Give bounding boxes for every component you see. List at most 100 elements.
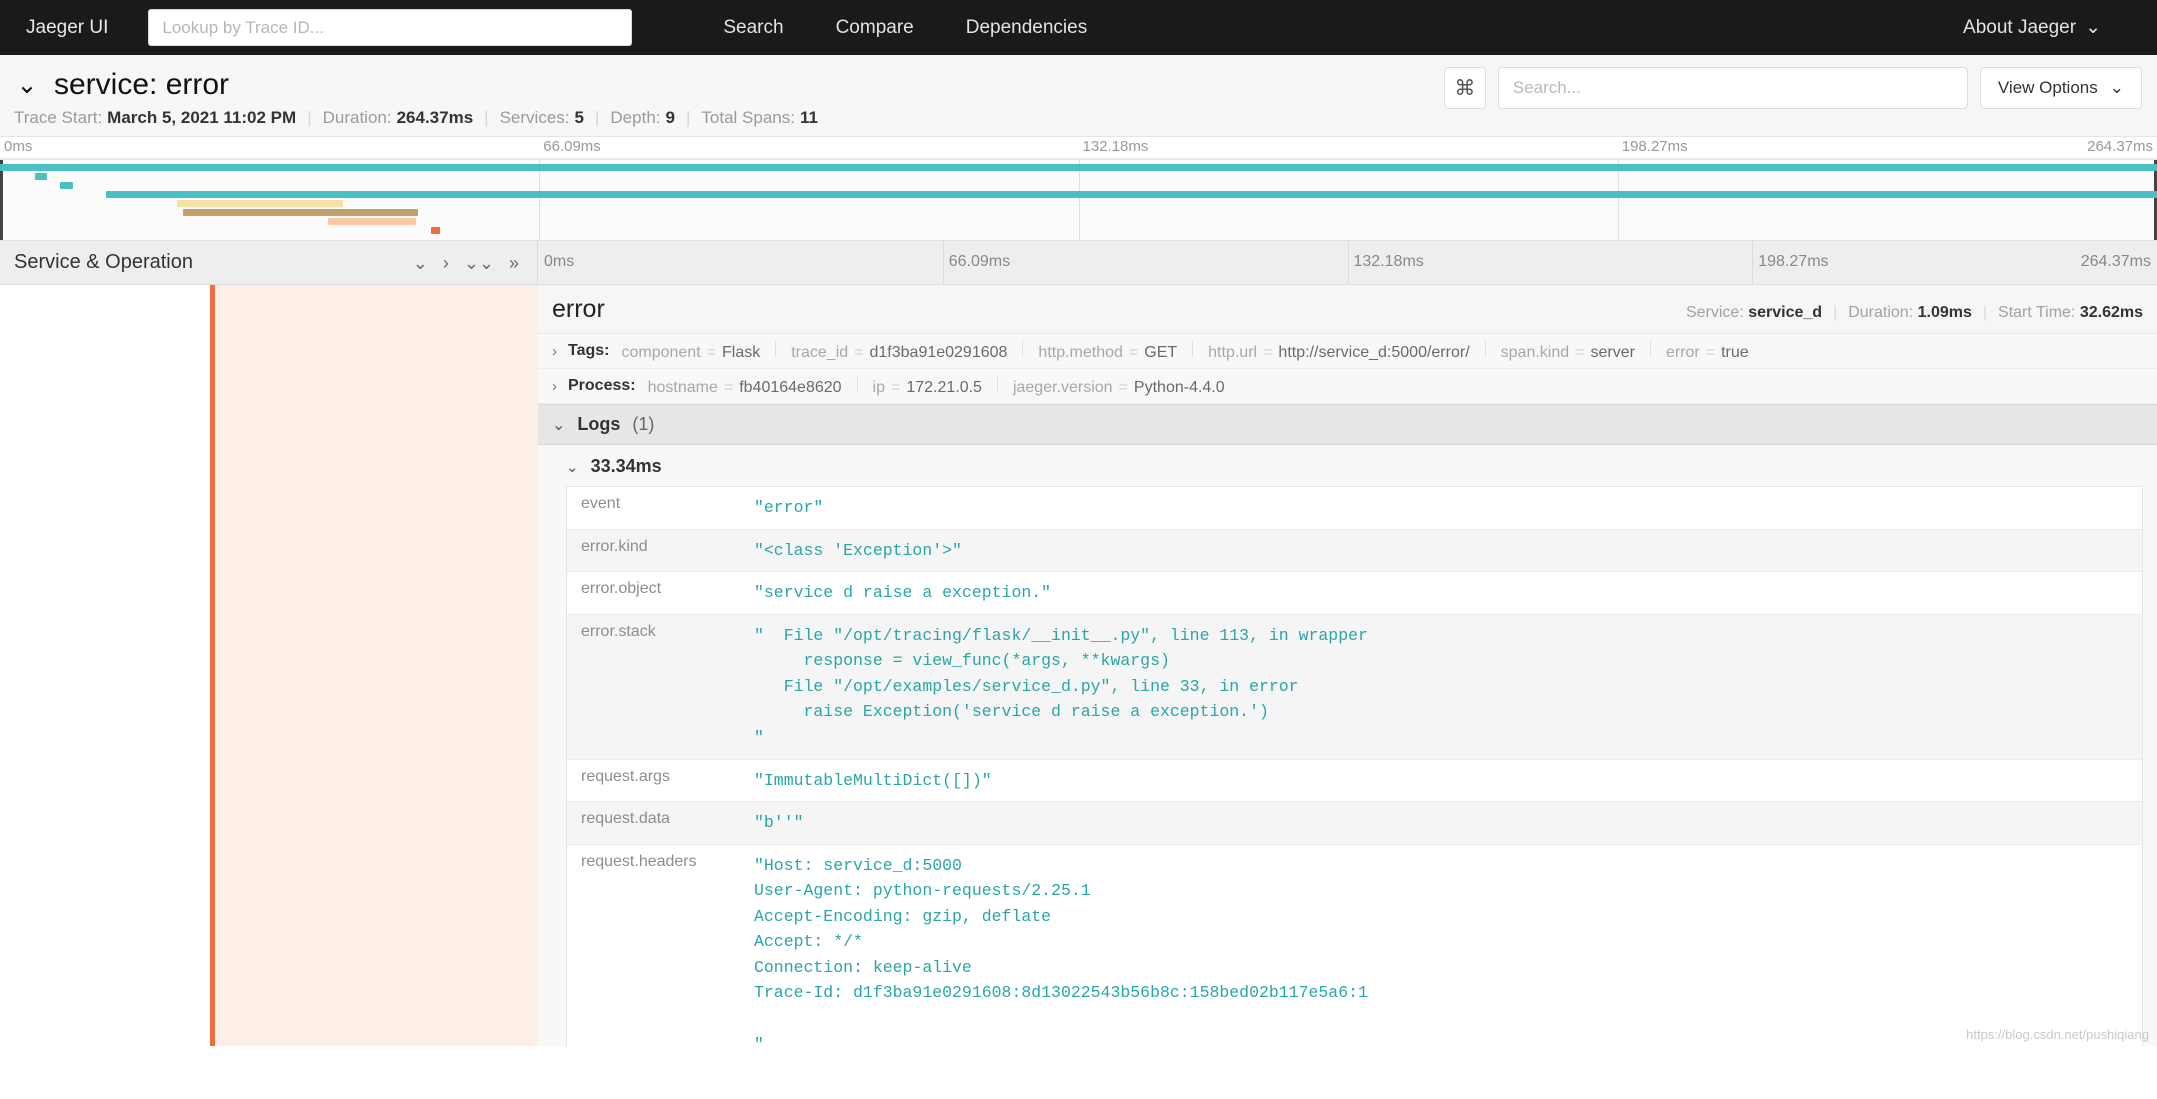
divider: | xyxy=(594,108,600,127)
log-field-key: event xyxy=(581,495,621,512)
log-field-key: request.args xyxy=(581,767,670,785)
view-options-button[interactable]: View Options ⌄ xyxy=(1979,67,2142,109)
chevron-down-icon[interactable]: ⌄ xyxy=(14,72,40,98)
chevron-down-icon: ⌄ xyxy=(2109,78,2124,97)
divider: | xyxy=(1982,304,1988,321)
timeline-gridline xyxy=(1752,241,1754,284)
span-process-field-key: hostname xyxy=(647,379,718,396)
span-tag-key: http.url xyxy=(1208,344,1258,361)
app-brand[interactable]: Jaeger UI xyxy=(26,17,108,39)
minimap-span-bar xyxy=(60,182,74,189)
nav-link-compare[interactable]: Compare xyxy=(810,17,940,39)
span-tree-rail xyxy=(0,285,538,1046)
search-input[interactable] xyxy=(1497,67,1968,109)
minimap-tick-labels: 0ms 66.09ms 132.18ms 198.27ms 264.37ms xyxy=(0,137,2157,159)
span-process-field: ip = 172.21.0.5 xyxy=(873,379,982,397)
span-duration-label: Duration: xyxy=(1848,304,1914,321)
nav-links: Search Compare Dependencies xyxy=(697,17,1113,39)
table-row: request.args "ImmutableMultiDict([])" xyxy=(567,760,2142,803)
trace-depth-value: 9 xyxy=(665,108,675,127)
span-process-row[interactable]: › Process: hostname = fb40164e8620 ip = 172.2… xyxy=(538,369,2157,404)
log-field-key: error.stack xyxy=(581,622,656,640)
minimap-tick-label: 198.27ms xyxy=(1621,138,1688,155)
span-logs-header[interactable]: ⌄ Logs (1) xyxy=(538,404,2157,445)
row-expand-controls: ⌄ › ⌄⌄ » xyxy=(413,254,519,272)
service-operation-label: Service & Operation xyxy=(14,251,193,273)
equals-icon: = xyxy=(1128,344,1139,361)
equals-icon: = xyxy=(723,379,734,396)
table-row: request.data "b''" xyxy=(567,802,2142,845)
expand-all-icon[interactable]: » xyxy=(509,254,519,272)
log-fields-table: event "error" error.kind "<class 'Exception… xyxy=(566,486,2143,1046)
minimap-span-bar xyxy=(431,227,441,234)
nav-link-dependencies[interactable]: Dependencies xyxy=(940,17,1113,39)
table-row: error.kind "<class 'Exception'>" xyxy=(567,529,2142,573)
span-process-field: jaeger.version = Python-4.4.0 xyxy=(1013,379,1225,397)
minimap-tick-label: 0ms xyxy=(4,138,33,155)
minimap-tick-label: 264.37ms xyxy=(2087,138,2153,155)
divider xyxy=(1192,340,1194,357)
log-entry-timestamp-row[interactable]: ⌄ 33.34ms xyxy=(538,445,2157,486)
span-process-field-value: Python-4.4.0 xyxy=(1133,379,1225,396)
minimap-canvas[interactable] xyxy=(0,159,2157,241)
span-tag: trace_id = d1f3ba91e0291608 xyxy=(791,344,1007,362)
collapse-all-icon[interactable]: ⌄⌄ xyxy=(464,254,494,272)
equals-icon: = xyxy=(1705,344,1716,361)
minimap-drag-handle[interactable] xyxy=(0,160,3,240)
command-key-icon[interactable]: ⌘ xyxy=(1443,67,1486,109)
span-process-chips: hostname = fb40164e8620 ip = 172.21.0.5 jaeger… xyxy=(648,375,1225,397)
chevron-right-icon: › xyxy=(552,342,557,360)
divider: | xyxy=(1833,304,1838,321)
nav-link-search[interactable]: Search xyxy=(697,17,809,39)
expand-one-icon[interactable]: › xyxy=(443,254,449,272)
trace-depth-label: Depth: xyxy=(610,108,661,127)
selected-span-highlight xyxy=(215,285,538,1046)
chevron-down-icon: ⌄ xyxy=(552,416,566,434)
log-field-value: "service d raise a exception." xyxy=(754,583,1052,603)
span-tag-value: true xyxy=(1721,344,1749,361)
trace-minimap[interactable]: 0ms 66.09ms 132.18ms 198.27ms 264.37ms xyxy=(0,137,2157,241)
span-start-time-value: 32.62ms xyxy=(2079,304,2143,321)
log-entry-timestamp: 33.34ms xyxy=(590,456,662,476)
minimap-gridline xyxy=(1617,160,1619,240)
about-jaeger-menu[interactable]: About Jaeger ⌄ xyxy=(1963,16,2131,39)
log-field-key: request.data xyxy=(581,810,670,828)
span-operation-name: error xyxy=(552,295,605,323)
minimap-span-bar xyxy=(34,173,48,180)
log-field-value: "Host: service_d:5000 User-Agent: python… xyxy=(754,855,1368,1046)
divider: | xyxy=(484,108,489,127)
span-tag-key: span.kind xyxy=(1500,344,1570,361)
span-tag-key: error xyxy=(1665,344,1700,361)
minimap-span-bar xyxy=(211,200,343,207)
page-title: service: error xyxy=(54,68,230,101)
timeline-tick-label: 264.37ms xyxy=(2080,253,2151,270)
span-process-field-key: ip xyxy=(872,379,885,396)
span-tag: error = true xyxy=(1666,344,1749,362)
log-field-key: error.kind xyxy=(581,537,648,555)
log-field-key: request.headers xyxy=(581,852,697,870)
log-field-value: "<class 'Exception'>" xyxy=(754,540,962,560)
span-detail-header: error Service: service_d | Duration: 1.0… xyxy=(538,285,2157,334)
minimap-gridline xyxy=(539,160,541,240)
divider xyxy=(856,375,858,392)
collapse-one-icon[interactable]: ⌄ xyxy=(413,254,428,272)
span-detail-meta: Service: service_d | Duration: 1.09ms | … xyxy=(1686,304,2143,322)
span-tag-value: server xyxy=(1590,344,1635,361)
about-jaeger-label: About Jaeger xyxy=(1963,16,2077,38)
trace-id-lookup-input[interactable] xyxy=(148,9,633,46)
span-tags-label: Tags: xyxy=(568,342,610,359)
table-row: error.stack " File "/opt/tracing/flask/__… xyxy=(567,614,2142,760)
span-process-field-value: 172.21.0.5 xyxy=(906,379,982,396)
trace-services: Services: 5 xyxy=(500,108,584,128)
top-navbar: Jaeger UI Search Compare Dependencies Ab… xyxy=(0,0,2157,55)
chevron-down-icon: ⌄ xyxy=(566,458,579,476)
span-detail-pane: error Service: service_d | Duration: 1.0… xyxy=(538,285,2157,1046)
equals-icon: = xyxy=(1118,379,1128,396)
span-tag-value: d1f3ba91e0291608 xyxy=(869,344,1008,361)
chevron-right-icon: › xyxy=(552,377,557,395)
rail-gutter xyxy=(0,285,210,1046)
trace-meta: Trace Start: March 5, 2021 11:02 PM | Du… xyxy=(0,108,2157,128)
span-tags-row[interactable]: › Tags: component = Flask trace_id = d1f3ba91… xyxy=(538,334,2157,369)
equals-icon: = xyxy=(1263,344,1273,361)
span-tag-value: http://service_d:5000/error/ xyxy=(1278,344,1470,361)
